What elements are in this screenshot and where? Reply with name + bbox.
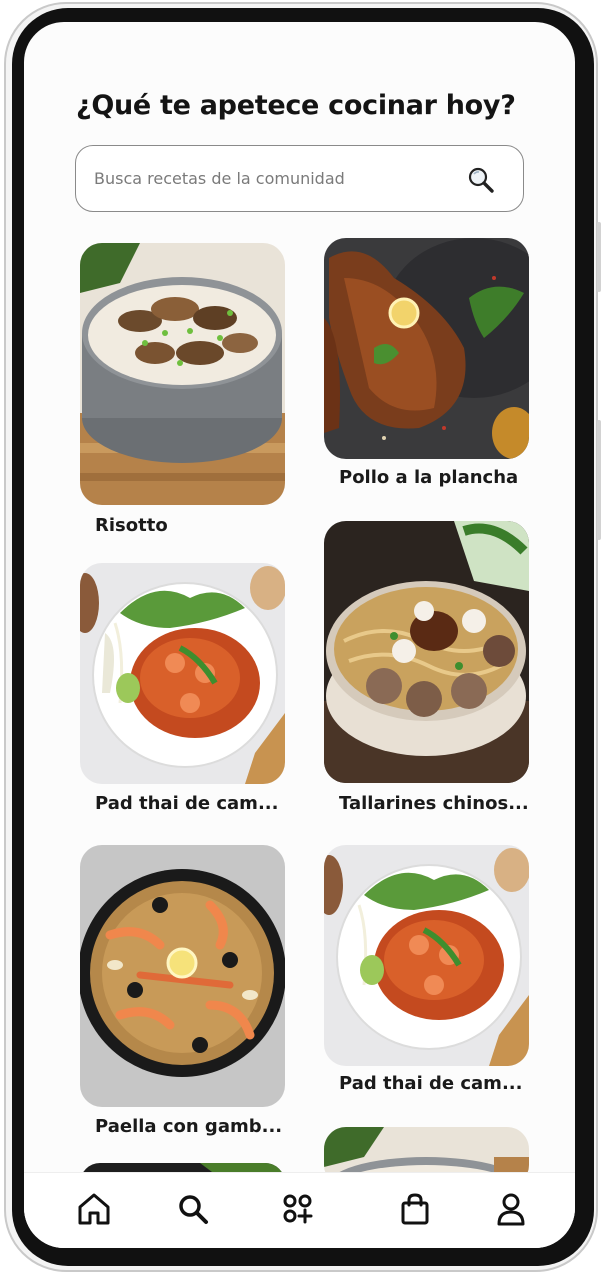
bottom-nav xyxy=(24,1172,575,1248)
side-button xyxy=(597,420,601,540)
shopping-bag-icon xyxy=(401,1193,429,1225)
search-input[interactable] xyxy=(94,146,454,210)
search-icon xyxy=(179,1195,208,1224)
search-bar[interactable] xyxy=(75,145,524,212)
nav-add-button[interactable] xyxy=(280,1191,316,1227)
user-icon xyxy=(497,1193,525,1226)
recipe-title[interactable]: Tallarines chinos... xyxy=(339,793,529,814)
recipe-image-tallarines[interactable] xyxy=(324,521,529,783)
recipe-image-paella[interactable] xyxy=(80,845,285,1107)
nav-profile-button[interactable] xyxy=(493,1191,529,1227)
home-icon xyxy=(78,1193,110,1225)
recipe-title[interactable]: Risotto xyxy=(95,515,168,536)
side-button xyxy=(597,222,601,292)
recipe-title[interactable]: Pollo a la plancha xyxy=(339,467,518,488)
nav-home-button[interactable] xyxy=(76,1191,112,1227)
recipe-image-pad-thai[interactable] xyxy=(324,845,529,1066)
recipe-image-pollo[interactable] xyxy=(324,238,529,459)
recipe-title[interactable]: Paella con gamb... xyxy=(95,1116,282,1137)
recipe-image-pad-thai[interactable] xyxy=(80,563,285,784)
nav-cart-button[interactable] xyxy=(397,1191,433,1227)
grid-plus-icon xyxy=(283,1194,313,1224)
recipe-title[interactable]: Pad thai de cam... xyxy=(339,1073,522,1094)
nav-search-button[interactable] xyxy=(175,1191,211,1227)
recipe-title[interactable]: Pad thai de cam... xyxy=(95,793,278,814)
magnifier-icon[interactable] xyxy=(467,166,495,194)
app-screen: ¿Qué te apetece cocinar hoy? Busca recet… xyxy=(24,22,575,1248)
page-title: ¿Qué te apetece cocinar hoy? xyxy=(76,90,516,121)
recipe-image-risotto[interactable] xyxy=(80,243,285,505)
